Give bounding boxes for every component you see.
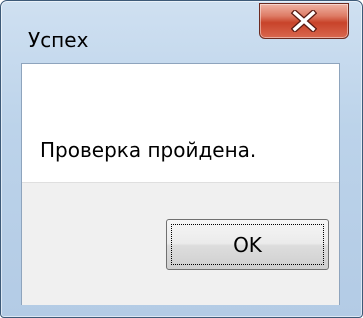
dialog-content: Проверка пройдена. OK bbox=[21, 63, 340, 305]
title-bar[interactable]: Успех bbox=[1, 1, 362, 63]
close-icon bbox=[291, 10, 317, 32]
dialog-message: Проверка пройдена. bbox=[40, 138, 257, 162]
ok-button[interactable]: OK bbox=[166, 219, 329, 270]
close-button[interactable] bbox=[259, 3, 349, 39]
dialog-button-area: OK bbox=[22, 182, 339, 305]
window-title: Успех bbox=[28, 28, 89, 52]
message-dialog-window: Успех Проверка пройдена. OK bbox=[0, 0, 363, 318]
ok-button-label: OK bbox=[233, 232, 262, 257]
